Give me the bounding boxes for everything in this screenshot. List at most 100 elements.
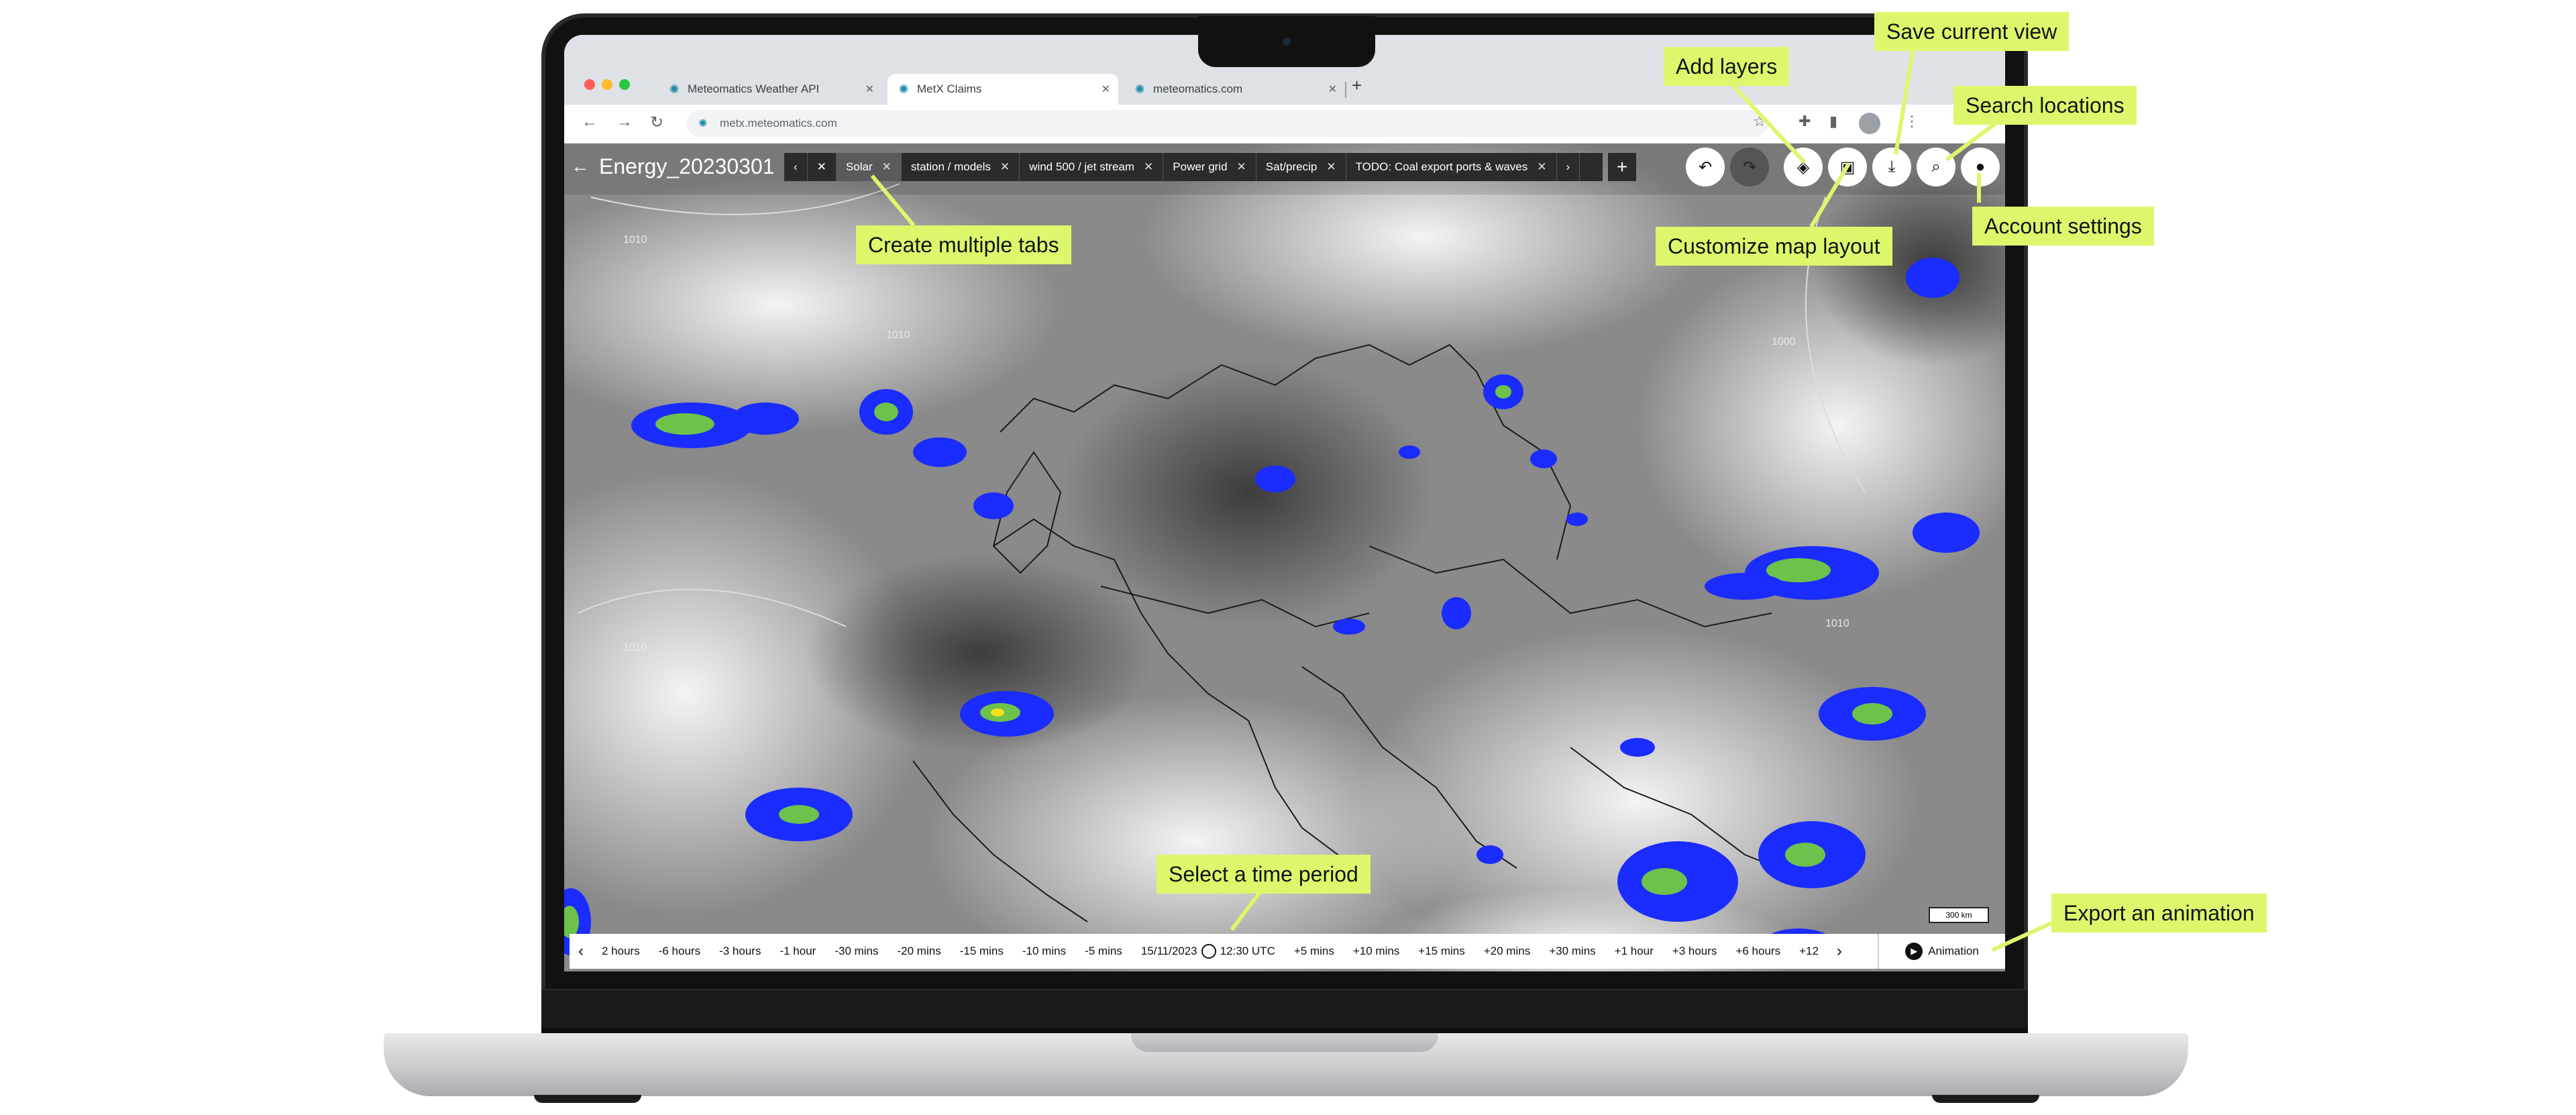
time-step[interactable]: -6 hours	[659, 945, 700, 958]
undo-button[interactable]: ↶	[1686, 148, 1725, 187]
time-step[interactable]: -20 mins	[898, 945, 941, 958]
isobar-label: 1010	[1825, 618, 1849, 629]
bookmark-star-icon[interactable]: ☆	[1753, 113, 1766, 130]
close-tab-icon[interactable]: ✕	[808, 153, 837, 181]
time-step[interactable]: +20 mins	[1484, 945, 1530, 958]
laptop-foot-right	[1932, 1095, 2039, 1103]
map-tab[interactable]: wind 500 / jet stream ✕	[1020, 153, 1164, 181]
search-icon: ⌕	[1931, 158, 1941, 176]
isobar-label: 1010	[623, 642, 647, 653]
user-icon: ●	[1975, 158, 1986, 176]
add-layers-button[interactable]: ◈	[1784, 148, 1823, 187]
callout-select-time: Select a time period	[1157, 855, 1371, 894]
close-tab-icon[interactable]: ✕	[1144, 160, 1153, 174]
weather-map[interactable]: 1010 1010 1010 1010 1000	[564, 144, 2005, 971]
timeline-prev-icon[interactable]: ‹	[570, 942, 592, 961]
browser-tab[interactable]: ✺ meteomatics.com ✕	[1124, 74, 1345, 105]
map-tab[interactable]: station / models ✕	[902, 153, 1020, 181]
map-tab-label: TODO: Coal export ports & waves	[1355, 160, 1528, 173]
close-tab-icon[interactable]: ✕	[1326, 160, 1336, 174]
account-button[interactable]: ●	[1961, 148, 2000, 187]
tab-divider	[1345, 82, 1346, 98]
time-step[interactable]: +10 mins	[1353, 945, 1399, 958]
animation-label: Animation	[1928, 945, 1979, 957]
extensions-puzzle-icon[interactable]: ✚	[1799, 113, 1811, 130]
reload-icon[interactable]: ↻	[650, 113, 663, 132]
address-bar[interactable]: ✺ metx.meteomatics.com	[686, 110, 1768, 137]
maximize-window-button[interactable]	[619, 79, 630, 90]
browser-tab[interactable]: ✺ Meteomatics Weather API ✕	[658, 74, 882, 105]
browser-menu-icon[interactable]: ⋮	[1904, 113, 1919, 130]
close-tab-icon[interactable]: ✕	[882, 160, 892, 174]
current-time-value: 12:30 UTC	[1220, 945, 1275, 957]
minimize-window-button[interactable]	[602, 79, 612, 90]
callout-export-animation: Export an animation	[2051, 894, 2267, 933]
close-tab-icon[interactable]: ✕	[865, 83, 874, 96]
new-tab-plus-icon[interactable]: +	[1352, 75, 1362, 96]
forward-arrow-icon[interactable]: →	[616, 113, 633, 131]
timeline-next-icon[interactable]: ›	[1828, 942, 1851, 961]
back-arrow-icon[interactable]: ←	[582, 113, 598, 131]
callout-account-settings: Account settings	[1972, 207, 2154, 246]
time-step[interactable]: -15 mins	[960, 945, 1004, 958]
map-layout-button[interactable]: ▣	[1828, 148, 1867, 187]
map-tab-label: wind 500 / jet stream	[1029, 160, 1135, 173]
map-tab[interactable]: Sat/precip ✕	[1256, 153, 1346, 181]
time-step[interactable]: +5 mins	[1294, 945, 1334, 958]
time-step[interactable]: +1 hour	[1615, 945, 1654, 958]
time-step[interactable]: -10 mins	[1022, 945, 1066, 958]
time-step[interactable]: +15 mins	[1418, 945, 1464, 958]
search-button[interactable]: ⌕	[1917, 148, 1955, 187]
close-tab-icon[interactable]: ✕	[1328, 83, 1337, 96]
time-step[interactable]: +3 hours	[1672, 945, 1717, 958]
map-tab-label: Solar	[845, 160, 873, 173]
redo-button[interactable]: ↷	[1730, 148, 1769, 187]
tab-scroll-left-icon[interactable]: ‹	[784, 153, 808, 181]
layers-icon: ◈	[1796, 158, 1810, 176]
time-step[interactable]: -1 hour	[780, 945, 816, 958]
current-date: 15/11/2023	[1140, 945, 1197, 957]
map-tab[interactable]: Solar ✕	[836, 153, 902, 181]
animation-button[interactable]: ▶ Animation	[1878, 934, 2005, 969]
redo-icon: ↷	[1742, 158, 1757, 176]
close-tab-icon[interactable]: ✕	[1537, 160, 1546, 174]
map-tab[interactable]: TODO: Coal export ports & waves ✕	[1346, 153, 1557, 181]
laptop-screen: ✺ Meteomatics Weather API ✕ ✺ MetX Claim…	[564, 35, 2005, 971]
browser-tab-label: MetX Claims	[917, 83, 982, 95]
side-panel-icon[interactable]: ▮	[1829, 113, 1837, 130]
meteomatics-favicon-icon: ✺	[898, 83, 909, 96]
browser-tab-label: Meteomatics Weather API	[688, 83, 820, 95]
undo-icon: ↶	[1698, 158, 1713, 176]
time-step[interactable]: -3 hours	[719, 945, 761, 958]
scale-bar: 300 km	[1929, 907, 1989, 923]
browser-tab-active[interactable]: ✺ MetX Claims ✕	[888, 74, 1118, 105]
play-icon: ▶	[1905, 943, 1923, 960]
save-view-button[interactable]: ⤓	[1872, 148, 1911, 187]
current-time[interactable]: 15/11/2023 12:30 UTC	[1141, 944, 1275, 959]
time-step[interactable]: +6 hours	[1735, 945, 1780, 958]
add-tab-button[interactable]: +	[1608, 153, 1636, 181]
url-text: metx.meteomatics.com	[720, 117, 837, 129]
project-title: Energy_20230301	[599, 154, 775, 178]
time-step[interactable]: +30 mins	[1549, 945, 1595, 958]
laptop-foot-left	[534, 1095, 641, 1103]
close-tab-icon[interactable]: ✕	[1000, 160, 1010, 174]
map-tab[interactable]: Power grid ✕	[1163, 153, 1256, 181]
time-selector: ‹ 2 hours -6 hours -3 hours -1 hour -30 …	[570, 934, 1878, 969]
time-step[interactable]: 2 hours	[602, 945, 640, 958]
profile-avatar[interactable]	[1859, 113, 1880, 134]
close-window-button[interactable]	[584, 79, 595, 90]
close-tab-icon[interactable]: ✕	[1102, 83, 1110, 96]
site-info-icon[interactable]: ✺	[698, 117, 712, 130]
isobar-label: 1000	[1772, 336, 1796, 348]
time-step[interactable]: +12	[1799, 945, 1819, 958]
back-arrow-icon[interactable]: ←	[571, 156, 590, 177]
download-icon: ⤓	[1888, 158, 1896, 176]
time-step[interactable]: -30 mins	[835, 945, 878, 958]
close-tab-icon[interactable]: ✕	[1237, 160, 1246, 174]
tab-scroll-right-icon[interactable]: ›	[1557, 153, 1580, 181]
time-step[interactable]: -5 mins	[1085, 945, 1122, 958]
callout-create-tabs: Create multiple tabs	[856, 225, 1071, 264]
screen-bezel-bottom	[541, 989, 2028, 1033]
map-tab-label: Sat/precip	[1265, 160, 1318, 173]
